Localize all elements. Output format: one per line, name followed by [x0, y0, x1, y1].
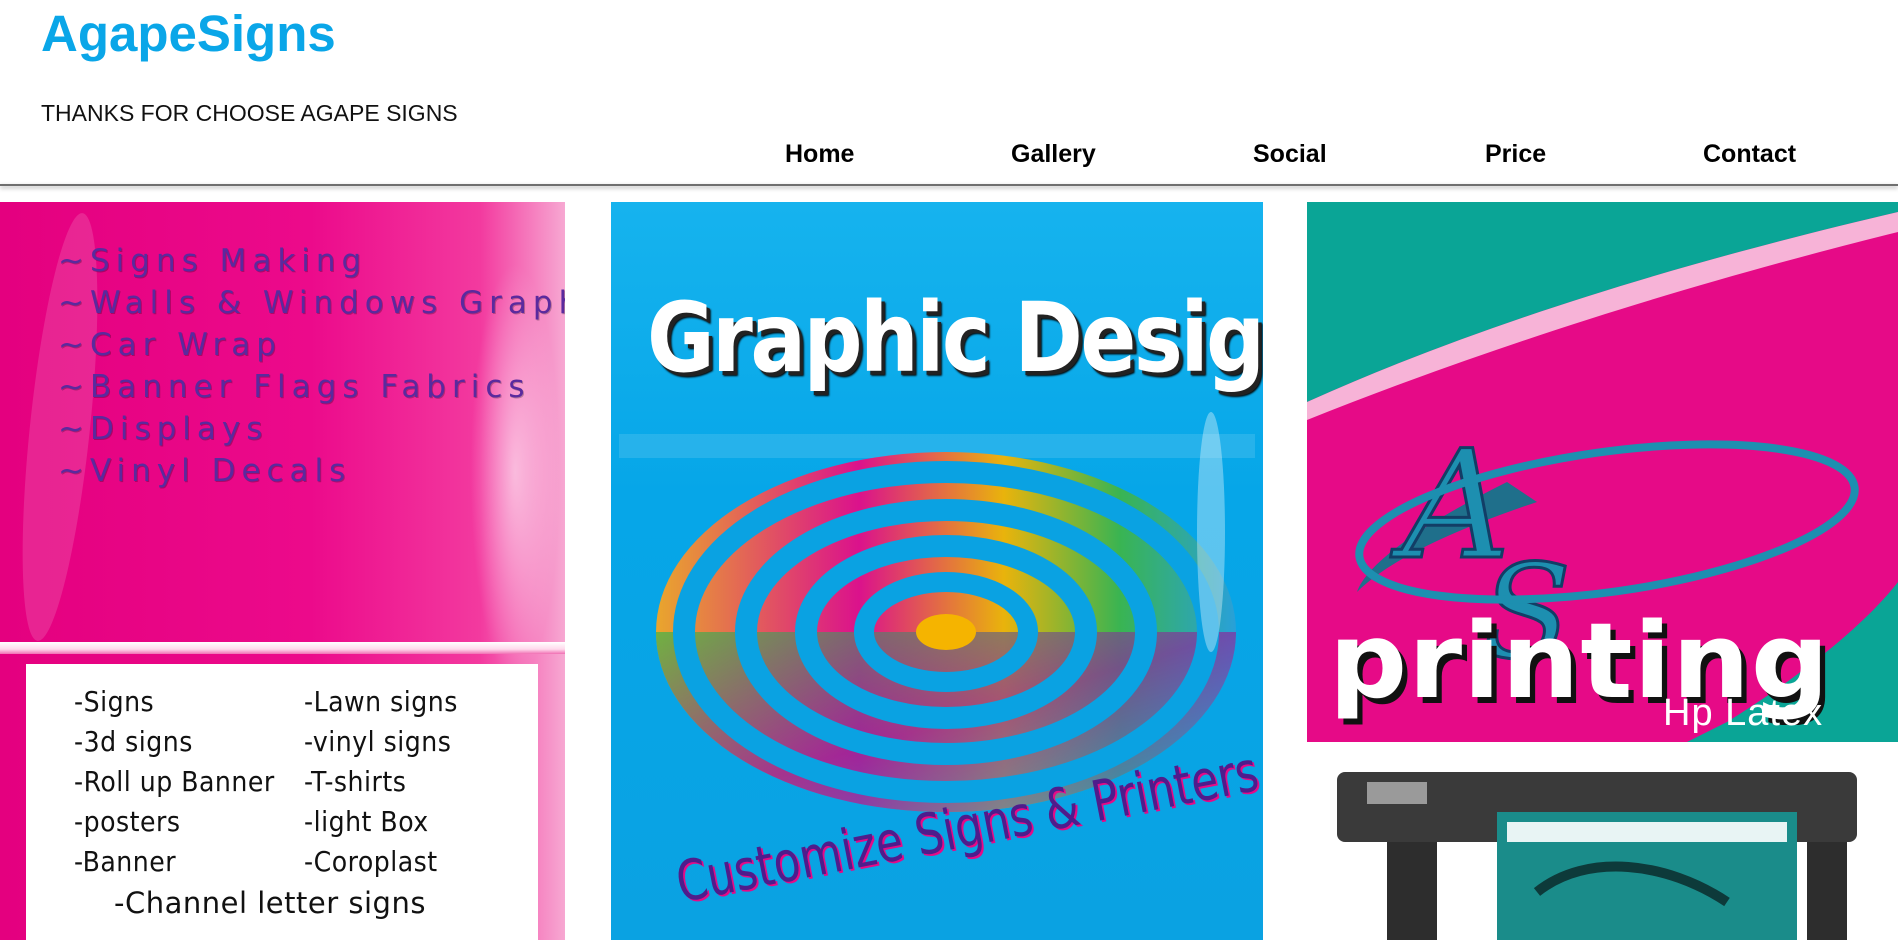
nav-contact[interactable]: Contact — [1703, 139, 1796, 169]
nav-price[interactable]: Price — [1485, 139, 1546, 169]
service-item: ~Walls & Windows Graphics — [58, 285, 565, 321]
service-item: ~Displays — [58, 411, 269, 447]
printer-image — [1307, 742, 1898, 940]
service-item: ~Car Wrap — [58, 327, 282, 363]
service-item: ~Vinyl Decals — [58, 453, 352, 489]
product-item: -Channel letter signs — [114, 886, 426, 920]
product-item: -T-shirts — [304, 765, 407, 798]
service-item: ~Banner Flags Fabrics — [58, 369, 531, 405]
product-item: -posters — [74, 805, 181, 838]
products-column-left: -Signs -3d signs -Roll up Banner -poster… — [74, 682, 275, 882]
site-header: AgapeSigns THANKS FOR CHOOSE AGAPE SIGNS… — [0, 0, 1898, 186]
product-item: -Banner — [74, 845, 177, 878]
product-item: -light Box — [304, 805, 429, 838]
site-logo-text[interactable]: AgapeSigns — [41, 4, 336, 64]
product-item: -Lawn signs — [304, 685, 458, 718]
nav-home[interactable]: Home — [785, 139, 854, 169]
product-item: -3d signs — [74, 725, 193, 758]
products-card: -Signs -3d signs -Roll up Banner -poster… — [26, 664, 538, 940]
product-item: -Coroplast — [304, 845, 438, 878]
graphic-design-panel-image[interactable]: Graphic Design Customize Signs & Printer… — [611, 202, 1263, 940]
product-item: -Roll up Banner — [74, 765, 275, 798]
printing-panel-image[interactable]: A S printing Hp Latex — [1307, 202, 1898, 940]
service-item: ~Signs Making — [58, 243, 368, 279]
header-divider — [0, 184, 1898, 186]
services-list: ~Signs Making ~Walls & Windows Graphics … — [58, 240, 565, 492]
main-nav: Home Gallery Social Price Contact — [0, 139, 1898, 169]
services-panel-image[interactable]: ~Signs Making ~Walls & Windows Graphics … — [0, 202, 565, 940]
printer-icon — [1337, 772, 1857, 940]
site-tagline: THANKS FOR CHOOSE AGAPE SIGNS — [41, 100, 458, 126]
panel-divider — [0, 642, 565, 654]
nav-gallery[interactable]: Gallery — [1011, 139, 1096, 169]
products-column-right: -Lawn signs -vinyl signs -T-shirts -ligh… — [304, 682, 458, 882]
product-item: -Signs — [74, 685, 155, 718]
product-item: -vinyl signs — [304, 725, 452, 758]
nav-social[interactable]: Social — [1253, 139, 1327, 169]
printing-subtitle: Hp Latex — [1663, 692, 1824, 734]
